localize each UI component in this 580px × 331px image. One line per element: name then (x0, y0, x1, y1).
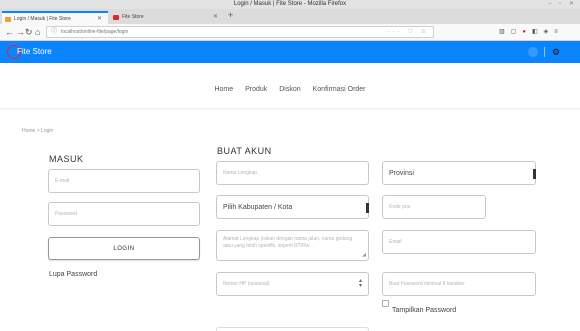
toolbar-icons[interactable]: ▥▢●◧◈≡ (499, 28, 564, 37)
login-password-input[interactable]: Password (48, 202, 200, 226)
back-icon[interactable]: ← (5, 26, 14, 38)
phone-input[interactable]: Nomor HP (opsional) ▴ ▾ (216, 272, 369, 296)
register-password-input[interactable]: Buat Password minimal 8 karakter (382, 272, 536, 296)
postal-code-placeholder: Kode pos (389, 204, 411, 210)
nav-produk[interactable]: Produk (245, 86, 267, 93)
tab-login-label: Login / Masuk | Fite Store (14, 16, 71, 22)
tab-fite-store-label: Fite Store (122, 14, 144, 20)
url-bar[interactable]: ⓘ localhost/online-fite/page/login ··· ♡… (46, 26, 434, 38)
tab-close-icon[interactable]: ✕ (213, 11, 218, 24)
library-icon[interactable]: ▥ (499, 29, 511, 35)
dropdown-arrow-icon (533, 169, 536, 179)
url-text: localhost/online-fite/page/login (61, 29, 129, 35)
reload-icon[interactable]: ↻ (25, 26, 33, 38)
brand-name[interactable]: Fite Store (17, 46, 52, 58)
cart-icon[interactable] (528, 47, 538, 57)
menu-icon[interactable]: ≡ (554, 29, 564, 35)
full-name-placeholder: Nama Lengkap (223, 170, 257, 176)
site-header: Fite Store ⚙ (0, 41, 580, 63)
window-title: Login / Masuk | Fite Store - Mozilla Fir… (233, 1, 347, 7)
nav-diskon[interactable]: Diskon (279, 86, 300, 93)
register-email-input[interactable]: Email (382, 230, 536, 254)
resize-grip-icon[interactable]: ◢ (362, 252, 366, 259)
login-button[interactable]: LOGIN (48, 237, 200, 260)
login-heading: MASUK (49, 154, 84, 164)
phone-placeholder: Nomor HP (opsional) (223, 281, 270, 287)
full-name-input[interactable]: Nama Lengkap (216, 161, 369, 185)
sidebar-icon[interactable]: ▢ (511, 29, 523, 35)
province-select[interactable]: Provinsi (382, 161, 536, 185)
window-controls[interactable]: – ▫ ✕ (548, 0, 577, 9)
ublock-icon[interactable]: ● (522, 29, 532, 35)
forward-icon[interactable]: → (16, 26, 25, 38)
breadcrumb[interactable]: Home > Login (22, 128, 53, 134)
register-heading: BUAT AKUN (217, 146, 272, 156)
login-email-placeholder: E-mail (55, 178, 70, 184)
header-actions: ⚙ (528, 44, 568, 60)
show-password-checkbox[interactable] (382, 300, 389, 307)
number-spinner-icon[interactable]: ▴ ▾ (359, 278, 362, 289)
main-nav: Home Produk Diskon Konfirmasi Order (0, 86, 580, 93)
browser-toolbar: ← → ↻ ⌂ ⓘ localhost/online-fite/page/log… (0, 24, 580, 41)
address-placeholder: Alamat Lengkap (isikan dengan nama jalan… (223, 236, 353, 249)
nav-divider (0, 108, 580, 109)
login-email-input[interactable]: E-mail (48, 169, 200, 193)
extension-icon[interactable]: ◈ (544, 29, 555, 35)
tab-fite-store[interactable]: Fite Store ✕ (110, 11, 224, 24)
tab-login[interactable]: Login / Masuk | Fite Store ✕ (2, 11, 108, 24)
tab-close-icon[interactable]: ✕ (97, 13, 102, 24)
register-password-placeholder: Buat Password minimal 8 karakter (389, 281, 465, 287)
nav-konfirmasi-order[interactable]: Konfirmasi Order (313, 86, 366, 93)
city-select[interactable]: Pilih Kabupaten / Kota (216, 195, 369, 219)
dropdown-arrow-icon (366, 203, 369, 213)
extension-icon[interactable]: ◧ (532, 29, 544, 35)
page-actions-icon[interactable]: ··· ♡ ☆ (388, 27, 429, 37)
next-field-edge[interactable] (216, 327, 369, 331)
nav-home[interactable]: Home (214, 86, 233, 93)
home-icon[interactable]: ⌂ (35, 26, 40, 38)
header-divider (544, 47, 545, 57)
new-tab-icon[interactable]: + (228, 9, 233, 22)
login-password-placeholder: Password (55, 211, 77, 217)
register-email-placeholder: Email (389, 239, 402, 245)
site-info-icon[interactable]: ⓘ (51, 27, 57, 37)
postal-code-input[interactable]: Kode pos (382, 195, 486, 219)
window-titlebar: Login / Masuk | Fite Store - Mozilla Fir… (0, 0, 580, 9)
address-textarea[interactable]: Alamat Lengkap (isikan dengan nama jalan… (216, 230, 369, 261)
show-password-label[interactable]: Tampilkan Password (392, 307, 456, 314)
tab-strip: Login / Masuk | Fite Store ✕ Fite Store … (0, 9, 580, 24)
city-value: Pilih Kabupaten / Kota (223, 203, 293, 211)
site-favicon-icon (5, 17, 11, 22)
site-favicon-icon (113, 15, 119, 20)
user-icon[interactable]: ⚙ (552, 44, 560, 60)
forgot-password-link[interactable]: Lupa Password (49, 271, 97, 278)
province-value: Provinsi (389, 169, 414, 177)
